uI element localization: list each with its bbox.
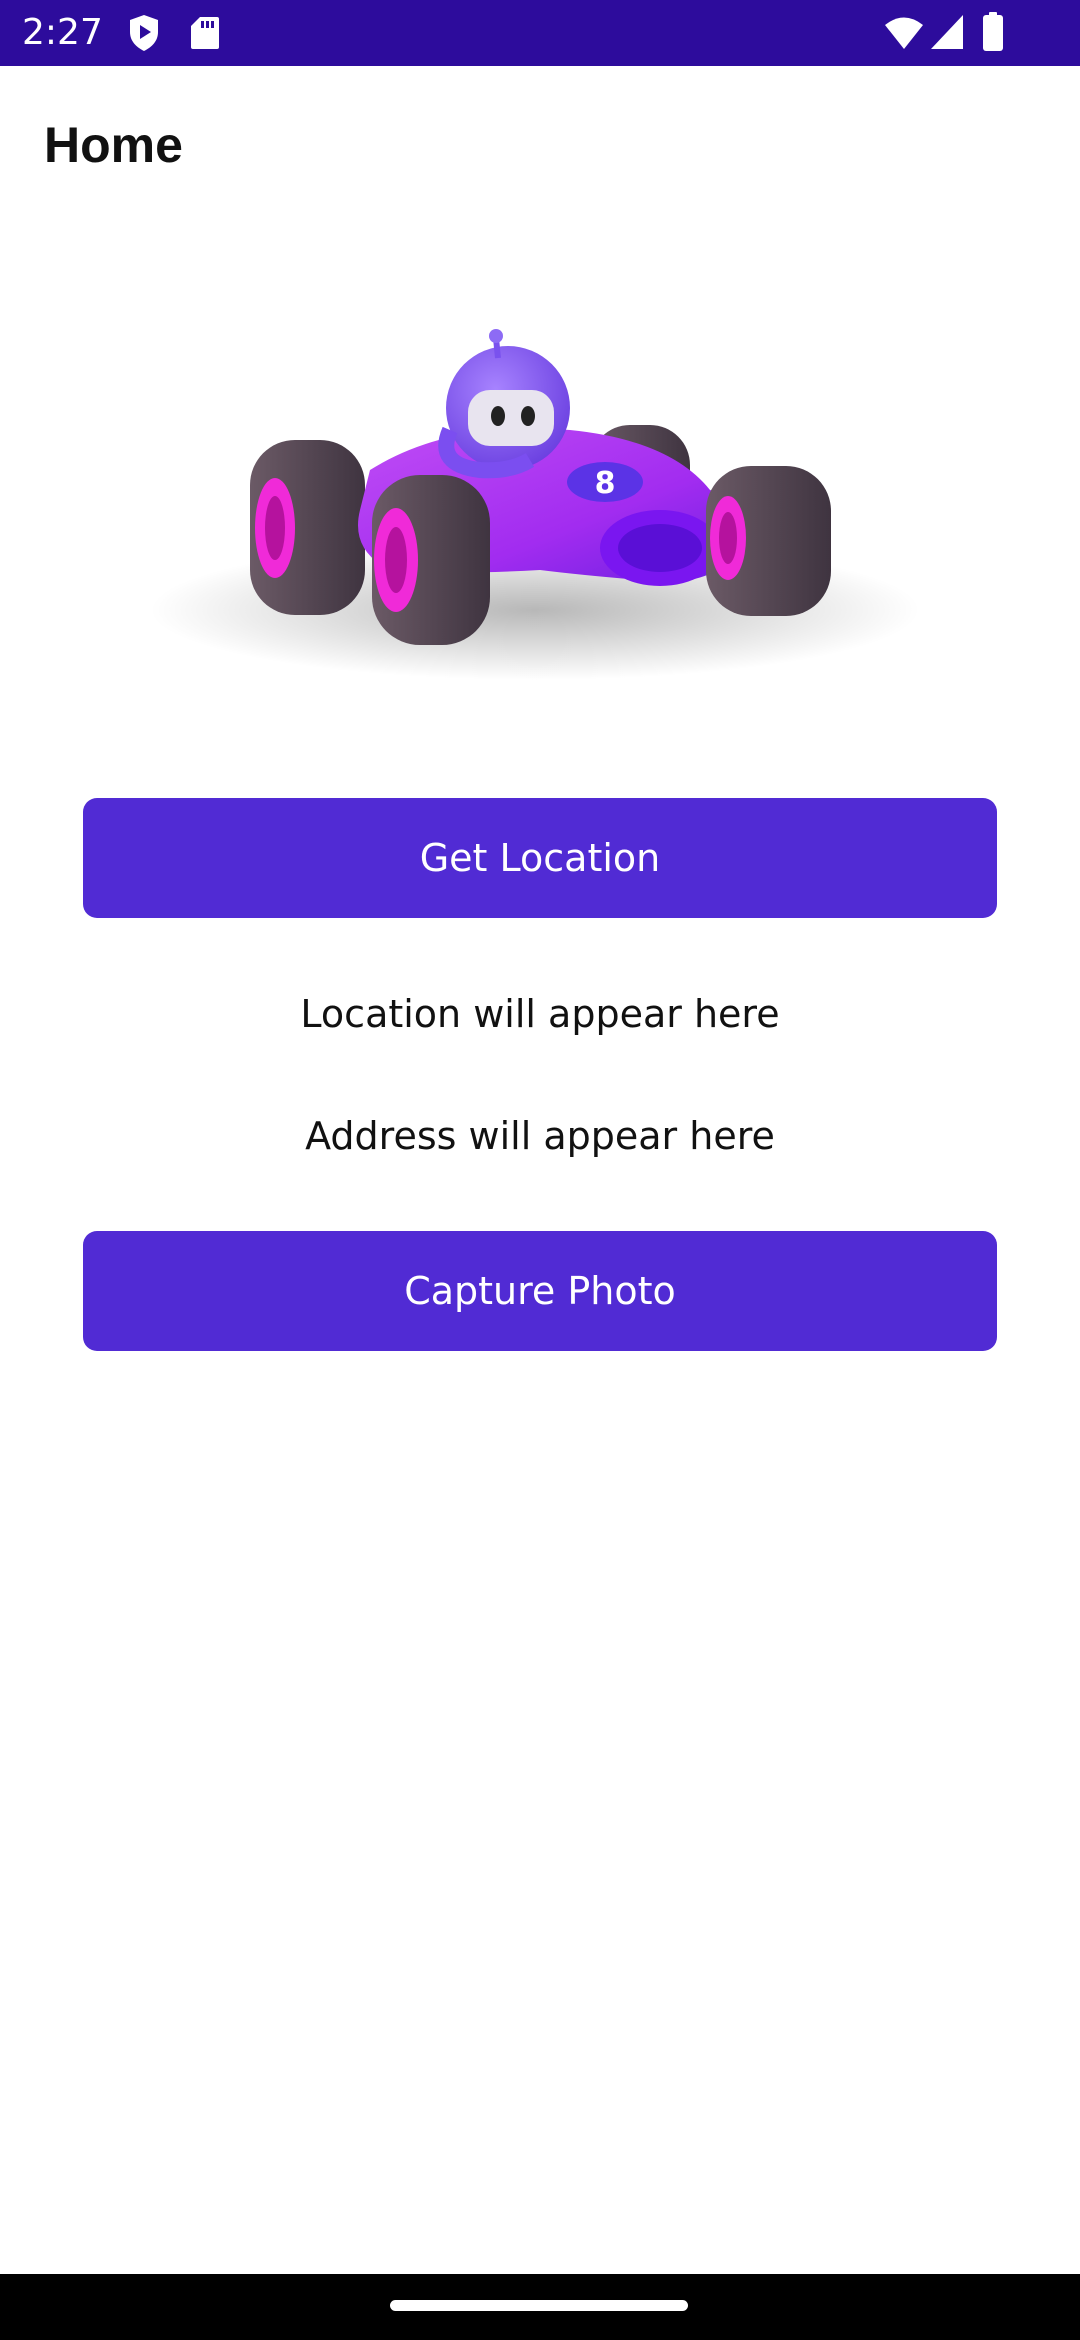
home-gesture-handle[interactable] [390, 2300, 688, 2311]
battery-icon [982, 12, 1004, 56]
play-protect-icon [128, 14, 160, 56]
race-car-bot-illustration: 8 [150, 320, 920, 690]
app-screen: 2:27 Home 8 Get Location Location will a… [0, 0, 1080, 2340]
status-bar: 2:27 [0, 0, 1080, 66]
signal-icon [930, 14, 964, 54]
sd-card-icon [190, 16, 220, 54]
svg-text:8: 8 [595, 466, 616, 501]
status-time: 2:27 [22, 12, 103, 53]
address-label: Address will appear here [305, 1114, 775, 1158]
capture-photo-button[interactable]: Capture Photo [83, 1231, 997, 1351]
location-label: Location will appear here [300, 992, 780, 1036]
get-location-button[interactable]: Get Location [83, 798, 997, 918]
page-title: Home [44, 117, 183, 173]
wifi-icon [884, 16, 924, 54]
